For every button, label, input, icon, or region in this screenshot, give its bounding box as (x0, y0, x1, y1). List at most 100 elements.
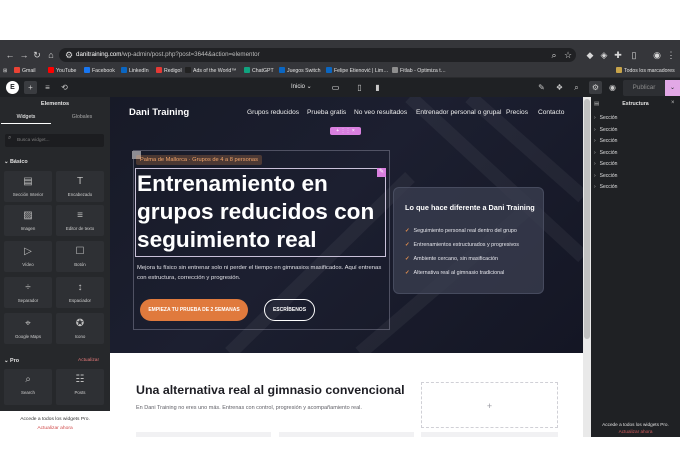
pro-upsell (0, 411, 110, 437)
widget-search-input[interactable]: Busca widget... (5, 134, 104, 147)
widget-card[interactable]: ▤ Sección Interior (4, 171, 52, 202)
site-brand[interactable]: Dani Training (129, 107, 189, 118)
extensions-puzzle-icon[interactable]: ✚ (612, 49, 624, 61)
bookmark-item[interactable]: Felipe Etienović | Lim… (326, 66, 388, 76)
widget-card[interactable]: ≡ Editor de texto (56, 205, 104, 236)
pro-widget-card[interactable]: ⌕ Search (4, 369, 52, 405)
bookmark-item[interactable]: Redigol (156, 66, 182, 76)
widget-card[interactable]: ☐ Botón (56, 241, 104, 272)
extension-icon[interactable]: ◈ (598, 49, 610, 61)
section-handle[interactable]: + ⋮⋮ × (330, 127, 361, 135)
tab-widgets[interactable]: Widgets (1, 114, 51, 124)
basic-section-header[interactable]: ⌄ Básico (4, 159, 28, 165)
mobile-view-icon[interactable]: ▮ (371, 81, 384, 94)
structure-upsell-link[interactable]: Actualizar ahora (591, 429, 680, 434)
widget-card[interactable]: ▷ Vídeo (4, 241, 52, 272)
tab-globales[interactable]: Globales (57, 114, 107, 120)
add-element-icon[interactable]: + (24, 81, 37, 94)
integrations-icon[interactable]: ❖ (553, 81, 566, 94)
bookmark-item[interactable]: Juegos Switch (279, 66, 320, 76)
back-icon[interactable]: ← (4, 49, 16, 61)
checklist-text: Alternativa real al gimnasio tradicional (413, 270, 505, 276)
bookmark-item[interactable]: LinkedIn (121, 66, 149, 76)
search-icon[interactable]: ⌕ (548, 49, 560, 61)
section-title[interactable]: Una alternativa real al gimnasio convenc… (136, 383, 405, 397)
bookmark-favicon-icon (48, 67, 54, 73)
nav-prueba-gratis[interactable]: Prueba gratis (307, 109, 346, 116)
structure-item-section[interactable]: › Sección (594, 150, 674, 156)
elementor-logo-icon[interactable]: E (6, 81, 19, 94)
extension-icon[interactable]: ◆ (584, 49, 596, 61)
forward-icon[interactable]: → (18, 49, 30, 61)
nav-contacto[interactable]: Contacto (538, 109, 564, 116)
widget-card[interactable]: ▨ Imagen (4, 205, 52, 236)
widget-card[interactable]: ÷ Separador (4, 277, 52, 308)
structure-item-section[interactable]: › Sección (594, 127, 674, 133)
menu-dots-icon[interactable]: ⋮ (665, 49, 677, 61)
tablet-view-icon[interactable]: ▯ (353, 81, 366, 94)
nav-precios[interactable]: Precios (506, 109, 528, 116)
structure-title: Estructura (622, 101, 649, 107)
structure-item-label: Sección (599, 138, 618, 144)
pro-upgrade-tag[interactable]: Actualizar (78, 358, 99, 363)
bookmark-item[interactable]: YouTube (48, 66, 76, 76)
widget-label: Posts (74, 390, 86, 395)
desktop-view-icon[interactable]: ▭ (329, 81, 342, 94)
settings-icon[interactable]: ⚙ (589, 81, 602, 94)
preview-eye-icon[interactable]: ◉ (606, 81, 619, 94)
pro-section-header[interactable]: ⌄ Pro (4, 358, 19, 364)
contact-cta-button[interactable]: ESCRÍBENOS (264, 299, 315, 321)
edit-pencil-icon[interactable]: ✎ (377, 168, 386, 177)
pro-widget-card[interactable]: ☷ Posts (56, 369, 104, 405)
hero-heading[interactable]: Entrenamiento en grupos reducidos con se… (137, 170, 383, 254)
widget-icon: ▤ (23, 176, 33, 187)
bookmark-item[interactable]: Facebook (84, 66, 115, 76)
pro-upsell-link[interactable]: Actualizar ahora (0, 426, 110, 431)
widget-icon: ✪ (75, 318, 85, 329)
structure-item-section[interactable]: › Sección (594, 184, 674, 190)
all-bookmarks[interactable]: Todos los marcadores (616, 66, 675, 76)
edit-icon[interactable]: ✎ (535, 81, 548, 94)
publish-options-chevron-icon[interactable]: ⌄ (665, 80, 680, 96)
widget-card[interactable]: T Encabezado (56, 171, 104, 202)
page-selector[interactable]: Inicio ⌄ (291, 83, 312, 92)
site-info-icon[interactable]: ⚙ (63, 49, 75, 61)
close-icon[interactable]: × (671, 100, 675, 106)
empty-column-placeholder[interactable]: + (421, 382, 558, 428)
widget-label: Vídeo (22, 262, 34, 267)
bookmark-label: Juegos Switch (287, 68, 321, 74)
hero-lead[interactable]: Mejora tu físico sin entrenar solo ni pe… (137, 264, 387, 283)
widget-card[interactable]: ⌖ Google Maps (4, 313, 52, 344)
structure-item-section[interactable]: › Sección (594, 161, 674, 167)
nav-no-veo-resultados[interactable]: No veo resultados (354, 109, 407, 116)
canvas-scroll-thumb[interactable] (584, 99, 590, 339)
bookmark-item[interactable]: Ads of the World™ (185, 66, 236, 76)
structure-item-section[interactable]: › Sección (594, 115, 674, 121)
profile-avatar[interactable]: ◉ (651, 49, 663, 61)
nav-grupos-reducidos[interactable]: Grupos reducidos (247, 109, 299, 116)
structure-item-section[interactable]: › Sección (594, 173, 674, 179)
widget-card[interactable]: ↕ Espaciador (56, 277, 104, 308)
sidebar-icon[interactable]: ▯ (628, 49, 640, 61)
structure-item-section[interactable]: › Sección (594, 138, 674, 144)
checklist-item: ✓ Alternativa real al gimnasio tradiciona… (405, 270, 545, 276)
section-subtitle[interactable]: En Dani Training no eres uno más. Entren… (136, 405, 362, 411)
widget-card[interactable]: ✪ Icono (56, 313, 104, 344)
bookmark-favicon-icon (244, 67, 250, 73)
reload-icon[interactable]: ↻ (31, 49, 43, 61)
structure-item-label: Sección (599, 126, 618, 133)
apps-grid-icon[interactable]: ⊞ (3, 66, 7, 76)
history-icon[interactable]: ⟲ (58, 81, 71, 94)
search-icon[interactable]: ⌕ (570, 81, 583, 94)
bookmark-item[interactable]: Fitlab - Optimiza t… (392, 66, 446, 76)
nav-entrenador[interactable]: Entrenador personal o grupal (416, 109, 501, 116)
publish-button[interactable]: Publicar (623, 80, 665, 96)
bookmark-star-icon[interactable]: ☆ (562, 49, 574, 61)
bookmark-item[interactable]: Gmail (14, 66, 36, 76)
structure-icon[interactable]: ≡ (41, 81, 54, 94)
bookmark-label: Gmail (22, 68, 36, 74)
home-icon[interactable]: ⌂ (45, 49, 57, 61)
bookmark-favicon-icon (392, 67, 398, 73)
bookmark-item[interactable]: ChatGPT (244, 66, 274, 76)
trial-cta-button[interactable]: EMPIEZA TU PRUEBA DE 2 SEMANAS (140, 299, 248, 321)
